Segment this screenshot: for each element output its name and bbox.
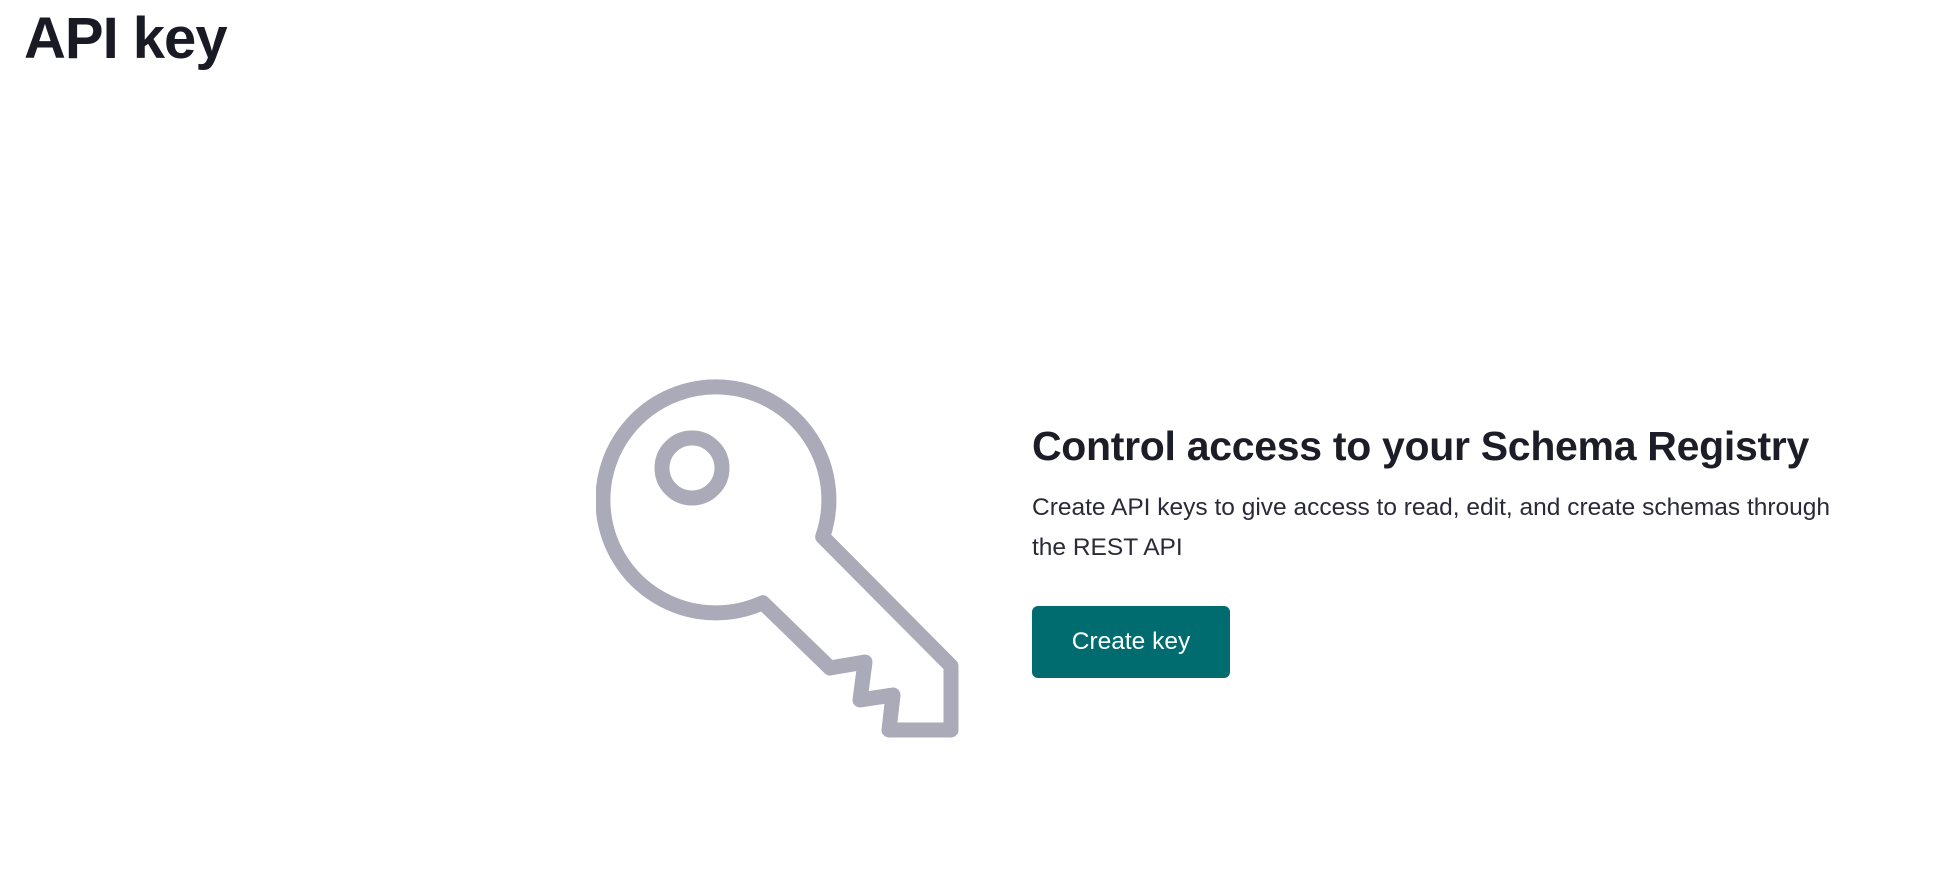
api-key-page: API key Control access to your Schema Re… bbox=[0, 0, 1954, 896]
empty-state-content: Control access to your Schema Registry C… bbox=[1032, 418, 1852, 678]
empty-state: Control access to your Schema Registry C… bbox=[596, 372, 1846, 742]
page-title: API key bbox=[24, 6, 228, 71]
empty-state-description: Create API keys to give access to read, … bbox=[1032, 494, 1831, 561]
create-key-button[interactable]: Create key bbox=[1032, 606, 1230, 678]
empty-state-heading: Control access to your Schema Registry bbox=[1032, 423, 1809, 469]
key-icon bbox=[596, 379, 959, 738]
